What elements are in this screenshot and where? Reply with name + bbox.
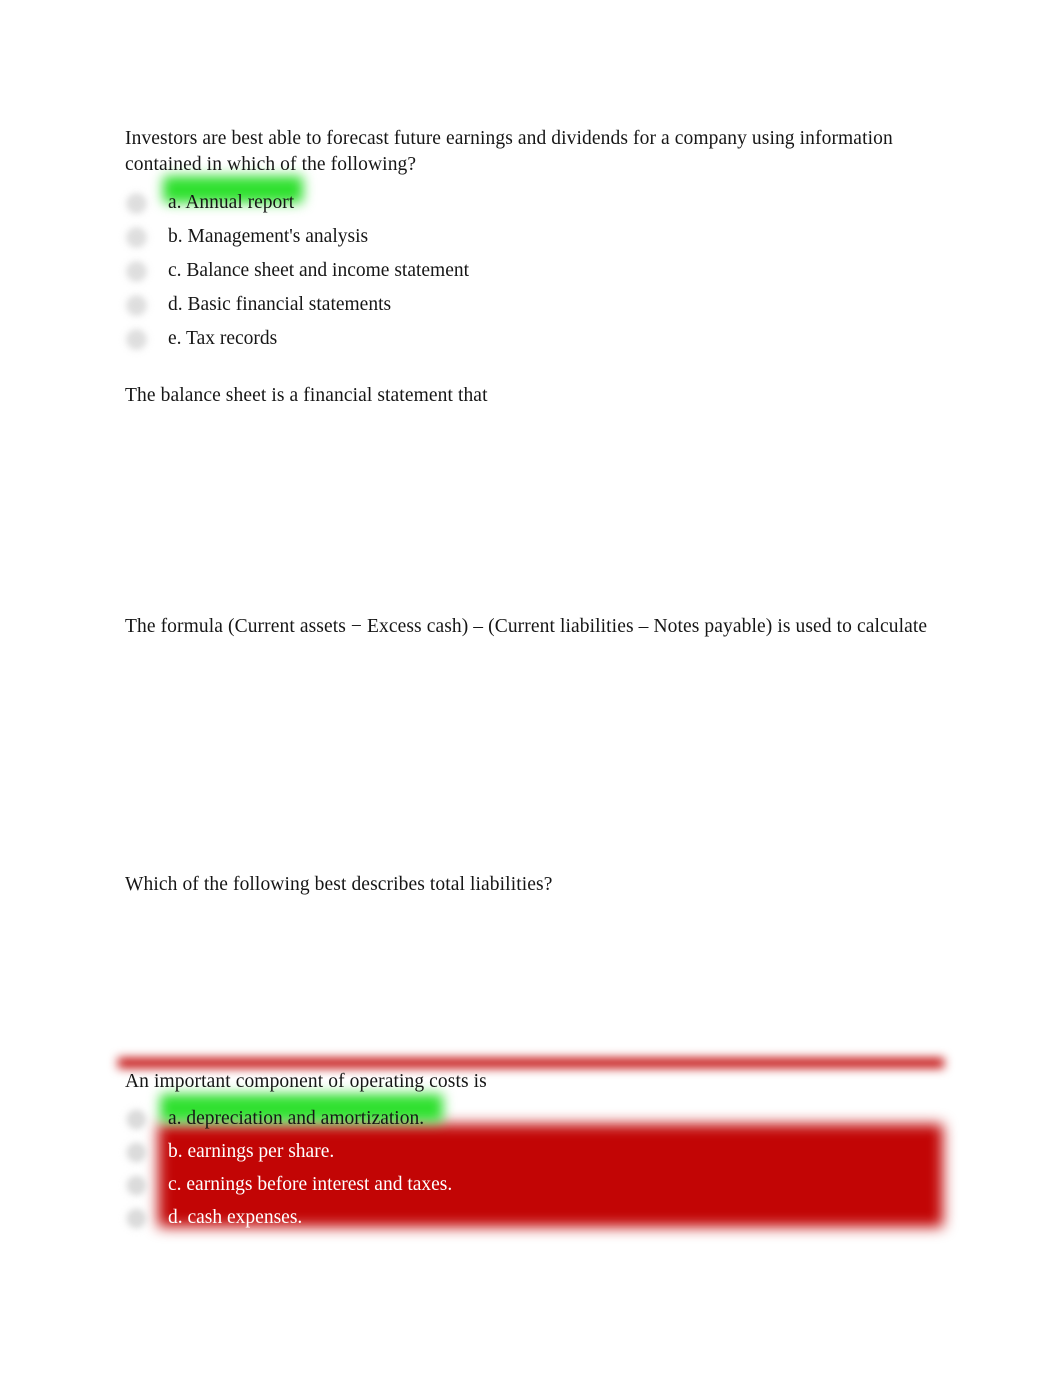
option-row[interactable]: e. Tax records: [125, 324, 940, 358]
radio-button-icon[interactable]: [128, 195, 145, 212]
radio-button-icon[interactable]: [128, 1177, 145, 1194]
option-row[interactable]: c. Balance sheet and income statement: [125, 256, 940, 290]
radio-button-icon[interactable]: [128, 331, 145, 348]
question-stem-1: Investors are best able to forecast futu…: [125, 128, 893, 175]
option-label: d. cash expenses.: [168, 1207, 303, 1228]
radio-button-icon[interactable]: [128, 1111, 145, 1128]
option-label: a. depreciation and amortization.: [168, 1108, 425, 1129]
option-label: e. Tax records: [168, 328, 278, 349]
radio-button-icon[interactable]: [128, 229, 145, 246]
option-label: c. earnings before interest and taxes.: [168, 1174, 453, 1195]
question-block-4: Which of the following best describes to…: [125, 872, 940, 898]
option-row[interactable]: a. Annual report: [125, 188, 940, 222]
option-label: c. Balance sheet and income statement: [168, 260, 470, 281]
question-stem-4: Which of the following best describes to…: [125, 874, 553, 895]
option-label: d. Basic financial statements: [168, 294, 392, 315]
radio-button-icon[interactable]: [128, 1210, 145, 1227]
option-label: b. Management's analysis: [168, 226, 369, 247]
option-list-1: a. Annual report b. Management's analysi…: [125, 188, 940, 358]
option-label: b. earnings per share.: [168, 1141, 335, 1162]
question-stem-5: An important component of operating cost…: [125, 1071, 487, 1092]
radio-button-icon[interactable]: [128, 263, 145, 280]
red-highlight-strip-top: [118, 1058, 944, 1068]
document-page: Investors are best able to forecast futu…: [0, 0, 1062, 1377]
question-block-1: Investors are best able to forecast futu…: [125, 126, 940, 358]
option-row[interactable]: b. Management's analysis: [125, 222, 940, 256]
question-stem-2: The balance sheet is a financial stateme…: [125, 385, 488, 406]
radio-button-icon[interactable]: [128, 1144, 145, 1161]
question-block-3: The formula (Current assets − Excess cas…: [125, 614, 940, 640]
question-block-2: The balance sheet is a financial stateme…: [125, 383, 940, 409]
question-stem-3: The formula (Current assets − Excess cas…: [125, 616, 928, 637]
radio-button-icon[interactable]: [128, 297, 145, 314]
option-row[interactable]: d. Basic financial statements: [125, 290, 940, 324]
option-label: a. Annual report: [168, 192, 295, 213]
